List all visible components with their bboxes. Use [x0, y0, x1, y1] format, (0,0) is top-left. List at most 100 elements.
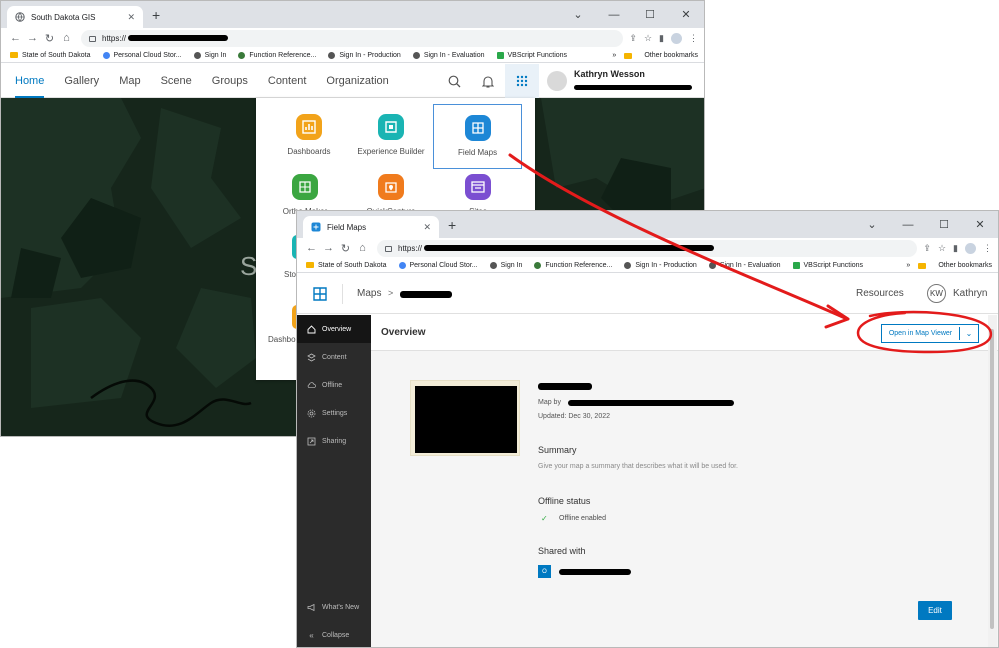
forward-icon[interactable]: → — [24, 32, 41, 44]
maximize-icon[interactable]: ☐ — [632, 1, 668, 28]
app-label: Experience Builder — [357, 147, 425, 156]
url-text: https:// — [398, 243, 423, 253]
scrollbar-thumb[interactable] — [990, 329, 994, 629]
lock-icon — [89, 36, 96, 42]
bookmark-item[interactable]: Function Reference... — [534, 261, 612, 269]
app-launcher-icon[interactable] — [505, 64, 539, 98]
bookmark-item[interactable]: Personal Cloud Stor... — [398, 261, 478, 269]
resources-link[interactable]: Resources — [856, 288, 904, 299]
tab-bar: South Dakota GIS ✕ + ⌄ — ☐ ✕ — [1, 1, 704, 28]
quickcapture-icon — [378, 174, 404, 200]
bookmark-item[interactable]: Sign In — [193, 51, 226, 59]
back-icon[interactable]: ← — [303, 242, 320, 254]
tab-south-dakota-gis[interactable]: South Dakota GIS ✕ — [7, 6, 143, 28]
sidebar-item-whats-new[interactable]: What's New — [297, 593, 371, 621]
nav-gallery[interactable]: Gallery — [54, 64, 109, 98]
bookmarks-more[interactable]: » — [612, 52, 616, 59]
menu-icon[interactable]: ⋮ — [689, 33, 698, 44]
field-maps-logo-icon[interactable] — [312, 286, 328, 305]
sites-icon — [465, 174, 491, 200]
tab-field-maps[interactable]: Field Maps ✕ — [303, 216, 439, 238]
back-icon[interactable]: ← — [7, 32, 24, 44]
bookmark-item[interactable]: Function Reference... — [238, 51, 316, 59]
minimize-icon[interactable]: — — [890, 211, 926, 238]
home-icon[interactable]: ⌂ — [58, 32, 75, 44]
experience-builder-icon — [378, 114, 404, 140]
sidepanel-icon[interactable]: ▮ — [953, 243, 958, 254]
chevron-down-icon[interactable]: ⌄ — [854, 211, 890, 238]
chevron-down-icon[interactable]: ⌄ — [960, 329, 978, 338]
maximize-icon[interactable]: ☐ — [926, 211, 962, 238]
bookmark-item[interactable]: State of South Dakota — [10, 52, 91, 59]
browser-toolbar: ← → ↻ ⌂ https:// ⇪ ☆ ▮ ⋮ — [297, 238, 998, 258]
nav-groups[interactable]: Groups — [202, 64, 258, 98]
bookmark-item[interactable]: Sign In — [489, 261, 522, 269]
share-icon[interactable]: ⇪ — [629, 33, 637, 44]
forward-icon[interactable]: → — [320, 242, 337, 254]
bookmark-item[interactable]: VBScript Functions — [792, 261, 863, 269]
nav-content[interactable]: Content — [258, 64, 317, 98]
star-icon[interactable]: ☆ — [644, 33, 652, 44]
app-experience-builder[interactable]: Experience Builder — [346, 104, 436, 168]
sidebar-item-sharing[interactable]: Sharing — [297, 427, 371, 455]
star-icon[interactable]: ☆ — [938, 243, 946, 254]
menu-icon[interactable]: ⋮ — [983, 243, 992, 254]
redacted-map-title — [538, 383, 592, 390]
chevron-down-icon[interactable]: ⌄ — [560, 1, 596, 28]
tab-close-icon[interactable]: ✕ — [423, 222, 431, 233]
sidebar-item-offline[interactable]: Offline — [297, 371, 371, 399]
share-icon[interactable]: ⇪ — [923, 243, 931, 254]
nav-map[interactable]: Map — [109, 64, 150, 98]
scrollbar[interactable] — [988, 315, 997, 647]
bookmark-item[interactable]: Sign In - Evaluation — [412, 51, 485, 59]
new-tab-icon[interactable]: + — [152, 7, 160, 23]
new-tab-icon[interactable]: + — [448, 217, 456, 233]
bookmark-item[interactable]: Sign In - Production — [328, 51, 401, 59]
bookmark-item[interactable]: VBScript Functions — [496, 51, 567, 59]
overview-header-bar: Overview Open in Map Viewer ⌄ — [371, 315, 998, 351]
edit-button[interactable]: Edit — [918, 601, 952, 620]
minimize-icon[interactable]: — — [596, 1, 632, 28]
home-icon[interactable]: ⌂ — [354, 242, 371, 254]
app-label: Dashboards — [287, 147, 331, 156]
reload-icon[interactable]: ↻ — [337, 242, 354, 255]
other-bookmarks[interactable]: Other bookmarks — [624, 52, 698, 59]
nav-home[interactable]: Home — [5, 64, 54, 98]
sidepanel-icon[interactable]: ▮ — [659, 33, 664, 44]
breadcrumb-maps[interactable]: Maps — [357, 288, 381, 299]
user-avatar[interactable] — [547, 71, 567, 91]
close-window-icon[interactable]: ✕ — [668, 1, 704, 28]
sidebar-item-overview[interactable]: Overview — [297, 315, 371, 343]
bookmark-item[interactable]: State of South Dakota — [306, 262, 387, 269]
open-in-map-viewer-button[interactable]: Open in Map Viewer ⌄ — [881, 324, 979, 343]
megaphone-icon — [307, 603, 316, 612]
other-bookmarks[interactable]: Other bookmarks — [918, 262, 992, 269]
user-avatar[interactable]: KW — [927, 284, 946, 303]
user-menu[interactable]: Kathryn Wesson — [574, 69, 704, 93]
close-window-icon[interactable]: ✕ — [962, 211, 998, 238]
sidebar-collapse[interactable]: « Collapse — [297, 621, 371, 647]
tab-close-icon[interactable]: ✕ — [127, 12, 135, 23]
app-dashboards[interactable]: Dashboards — [264, 104, 354, 168]
tab-title: Field Maps — [327, 222, 367, 232]
app-label-partial: Sto — [284, 270, 297, 279]
sidebar-item-content[interactable]: Content — [297, 343, 371, 371]
address-bar[interactable]: https:// — [81, 29, 624, 47]
reload-icon[interactable]: ↻ — [41, 32, 58, 45]
sidebar-item-settings[interactable]: Settings — [297, 399, 371, 427]
bell-icon[interactable] — [471, 75, 505, 88]
nav-organization[interactable]: Organization — [316, 64, 398, 98]
cloud-icon — [307, 381, 316, 390]
profile-avatar[interactable] — [965, 242, 976, 254]
user-name[interactable]: Kathryn — [953, 288, 987, 299]
app-field-maps[interactable]: Field Maps — [433, 104, 522, 169]
nav-scene[interactable]: Scene — [151, 64, 202, 98]
address-bar[interactable]: https:// — [377, 239, 918, 257]
search-icon[interactable] — [437, 75, 471, 88]
profile-avatar[interactable] — [671, 32, 682, 44]
bookmark-item[interactable]: Personal Cloud Stor... — [102, 51, 182, 59]
bookmark-item[interactable]: Sign In - Production — [624, 261, 697, 269]
bookmarks-more[interactable]: » — [906, 262, 910, 269]
bookmark-item[interactable]: Sign In - Evaluation — [708, 261, 781, 269]
redacted-map-name — [400, 291, 452, 298]
